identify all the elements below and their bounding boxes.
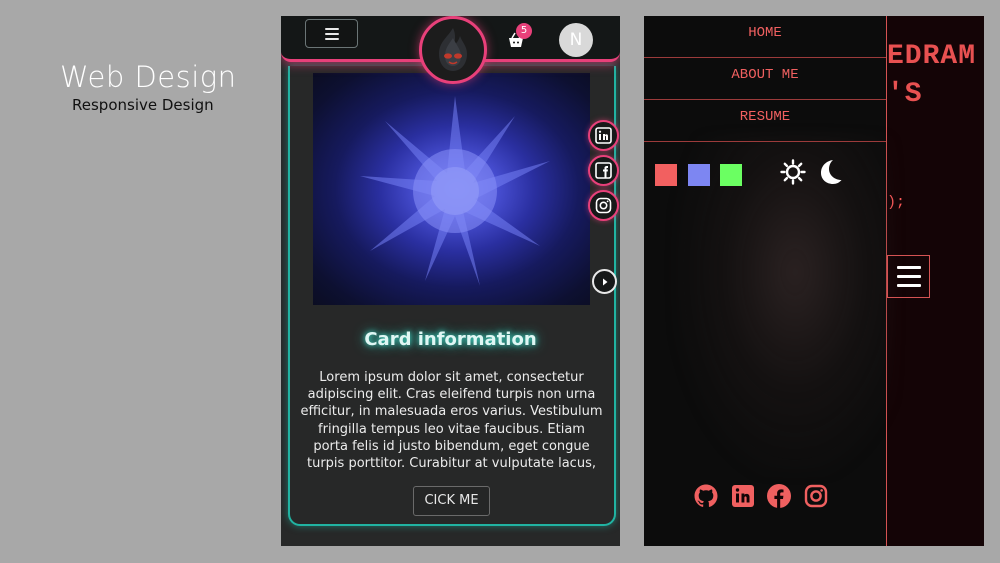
linkedin-button[interactable] bbox=[730, 483, 756, 509]
color-swatch-red[interactable] bbox=[655, 164, 677, 186]
linkedin-icon bbox=[732, 485, 754, 507]
background-heading-line1: EDRAM bbox=[887, 41, 977, 72]
caption-subtitle: Responsive Design bbox=[72, 96, 214, 114]
chevron-right-icon bbox=[602, 278, 607, 285]
brand-logo-icon[interactable] bbox=[419, 16, 487, 84]
color-swatch-blue[interactable] bbox=[688, 164, 710, 186]
cart-count-badge: 5 bbox=[516, 23, 532, 39]
moon-icon[interactable] bbox=[817, 158, 843, 186]
linkedin-icon bbox=[595, 127, 612, 144]
user-avatar[interactable]: N bbox=[559, 23, 593, 57]
facebook-icon bbox=[595, 162, 612, 179]
nav-item-about-me[interactable]: ABOUT ME bbox=[644, 58, 886, 100]
hamburger-menu-button[interactable] bbox=[887, 255, 930, 298]
card-body: Lorem ipsum dolor sit amet, consectetur … bbox=[300, 370, 603, 472]
hamburger-menu-button[interactable] bbox=[305, 19, 358, 48]
facebook-icon bbox=[767, 484, 791, 508]
mobile-card-screen: 5 N Card information Lorem ipsum dolor s… bbox=[281, 16, 620, 546]
background-heading: EDRAM 'S bbox=[887, 38, 976, 114]
background-heading-line2: 'S bbox=[887, 79, 923, 110]
github-button[interactable] bbox=[693, 483, 719, 509]
caption-title: Web Design bbox=[60, 60, 237, 94]
sun-icon[interactable] bbox=[780, 159, 806, 185]
side-drawer: HOME ABOUT ME RESUME bbox=[644, 16, 894, 546]
blurred-background-art bbox=[674, 136, 894, 476]
instagram-button[interactable] bbox=[588, 190, 619, 221]
linkedin-button[interactable] bbox=[588, 120, 619, 151]
card-title: Card information bbox=[364, 329, 537, 350]
card-image bbox=[313, 73, 590, 305]
click-me-button[interactable]: CICK ME bbox=[413, 486, 490, 516]
github-icon bbox=[694, 484, 718, 507]
next-slide-button[interactable] bbox=[592, 269, 617, 294]
nav-item-resume[interactable]: RESUME bbox=[644, 100, 886, 142]
color-swatch-green[interactable] bbox=[720, 164, 742, 186]
instagram-button[interactable] bbox=[803, 483, 829, 509]
facebook-button[interactable] bbox=[766, 483, 792, 509]
facebook-button[interactable] bbox=[588, 155, 619, 186]
instagram-icon bbox=[804, 484, 828, 508]
instagram-icon bbox=[595, 197, 612, 214]
mobile-menu-screen: EDRAM 'S ); HOME ABOUT ME RESUME bbox=[644, 16, 984, 546]
nav-item-home[interactable]: HOME bbox=[644, 16, 886, 58]
